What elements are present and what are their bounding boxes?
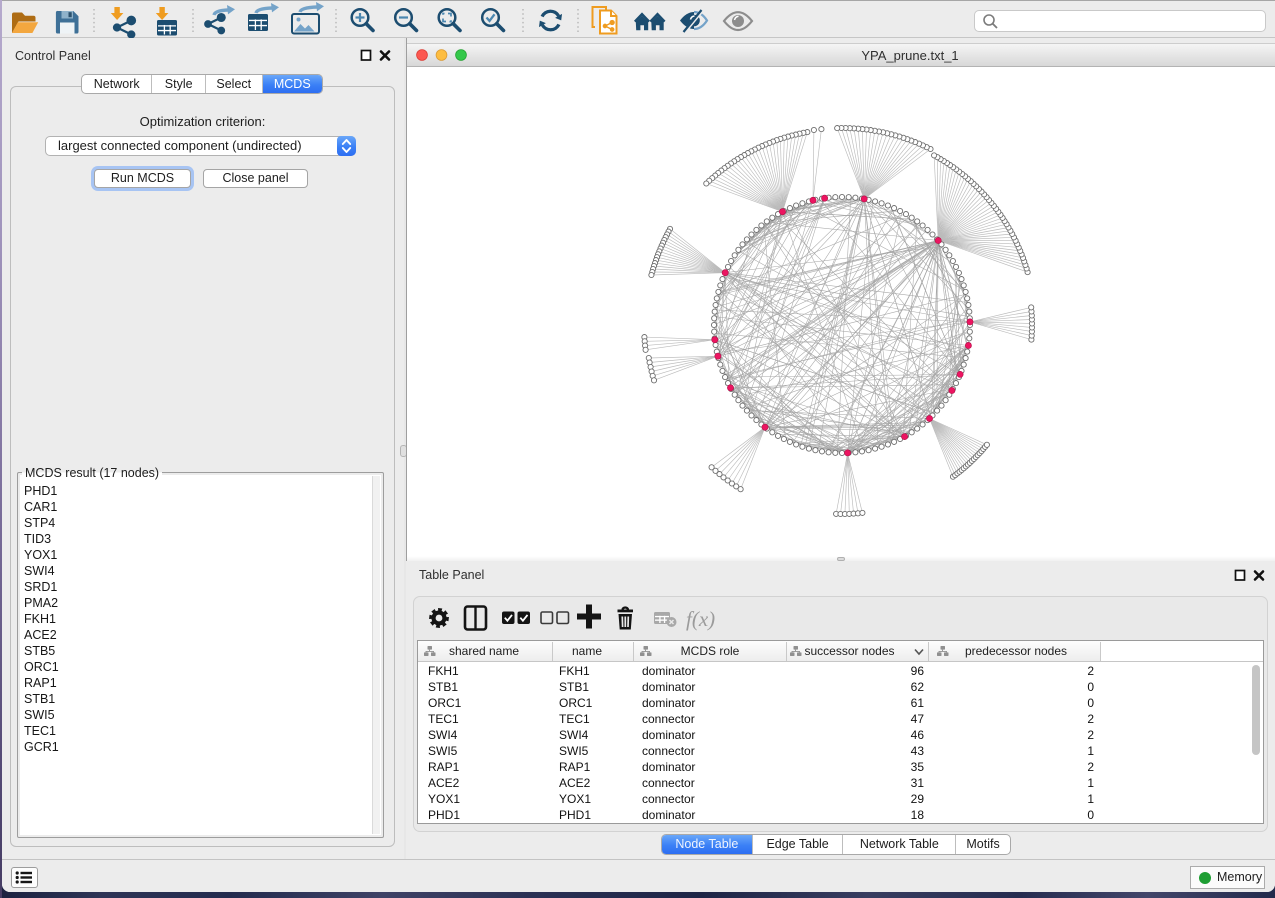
svg-text:f(x): f(x) xyxy=(686,607,715,631)
